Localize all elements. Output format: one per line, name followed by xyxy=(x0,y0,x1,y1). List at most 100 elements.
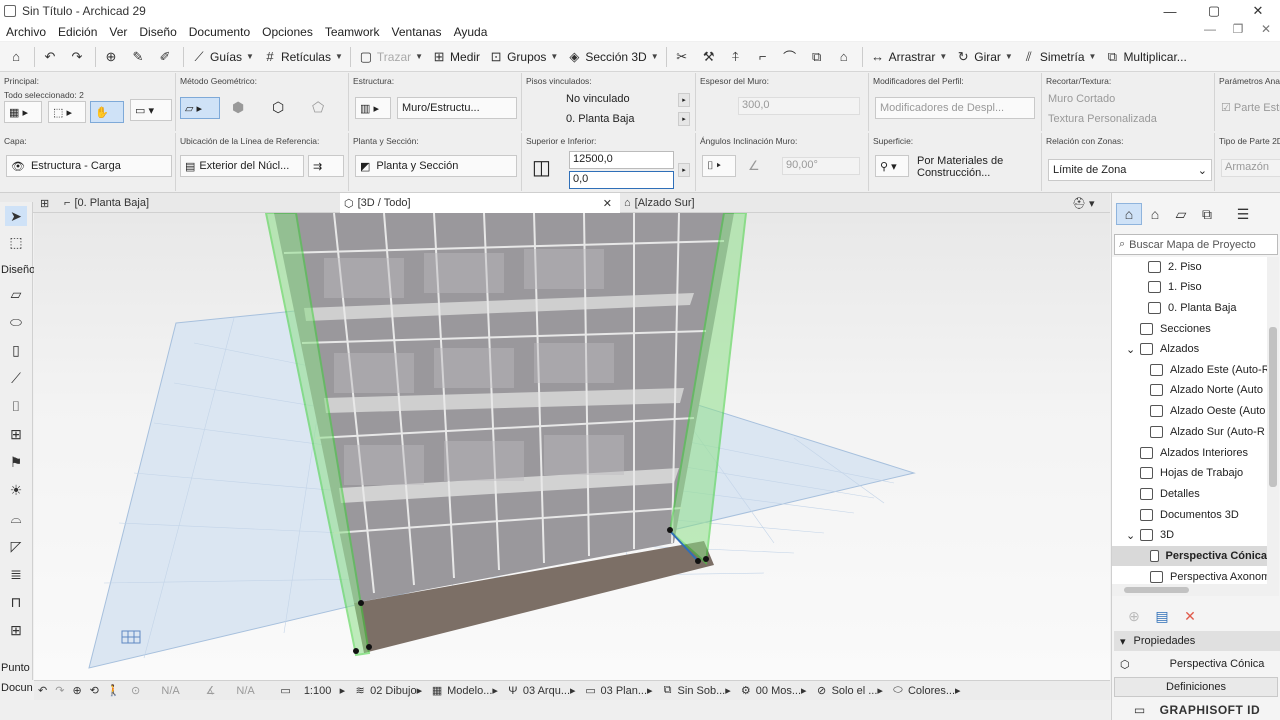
orbit-icon[interactable]: ⟲ xyxy=(86,684,103,697)
geometry-straight-button[interactable]: ▱ ▸ xyxy=(180,97,220,119)
partial-structure-select[interactable]: ⊘ Solo el ... ▸ xyxy=(811,684,887,698)
graphisoft-id-button[interactable]: ▭ GRAPHISOFT ID xyxy=(1114,701,1280,719)
renovation-select[interactable]: ⧉ Sin Sob... ▸ xyxy=(657,684,735,697)
redo-button[interactable]: ↷ xyxy=(65,45,92,69)
wall-type-button[interactable]: ▭ ▾ xyxy=(130,99,172,121)
reference-line-select[interactable]: ▤ Exterior del Núcl... xyxy=(180,155,304,177)
tree-item-alzados[interactable]: ⌄ Alzados xyxy=(1126,339,1199,359)
surface-button[interactable]: ⚲ ▾ xyxy=(875,155,909,177)
menu-ventanas[interactable]: Ventanas xyxy=(386,25,448,39)
tree-horizontal-scrollbar[interactable] xyxy=(1112,584,1279,596)
flip-ref-button[interactable]: ⇉ xyxy=(308,155,344,177)
syringe-button[interactable]: ✐ xyxy=(153,45,180,69)
multiplicar-button[interactable]: ⧉ Multiplicar... xyxy=(1100,45,1190,69)
tree-item-alzado-este[interactable]: Alzado Este (Auto-R xyxy=(1150,360,1267,380)
simetria-button[interactable]: ⫽ Simetría ▼ xyxy=(1017,45,1101,69)
arrastrar-button[interactable]: ↔ Arrastrar ▼ xyxy=(866,45,952,69)
elevate-button[interactable]: ⍏ xyxy=(724,45,751,69)
maximize-button[interactable]: ▢ xyxy=(1192,0,1236,22)
marquee-tool-icon[interactable]: ⬚ xyxy=(5,232,27,252)
walk-icon[interactable]: 🚶 xyxy=(103,684,125,697)
menu-teamwork[interactable]: Teamwork xyxy=(319,25,386,39)
selection-marquee-button[interactable]: ⬚ ▸ xyxy=(48,101,86,123)
tree-item-alzado-oeste[interactable]: Alzado Oeste (Auto xyxy=(1150,401,1265,421)
medir-button[interactable]: ⊞ Medir xyxy=(427,45,484,69)
explode-button[interactable]: ⌂ xyxy=(832,45,859,69)
structure-select[interactable]: Muro/Estructu... xyxy=(397,97,517,119)
menu-opciones[interactable]: Opciones xyxy=(256,25,319,39)
3d-model-canvas[interactable] xyxy=(34,212,1110,680)
textura-value[interactable]: Textura Personalizada xyxy=(1048,113,1157,125)
thickness-field[interactable]: 300,0 xyxy=(738,97,860,115)
home-story-arrow[interactable]: ▸ xyxy=(678,112,690,126)
home-button[interactable]: ⌂ xyxy=(4,45,31,69)
menu-edicion[interactable]: Edición xyxy=(52,25,103,39)
door-tool-icon[interactable]: ⌷ xyxy=(5,396,27,416)
3d-viewport[interactable] xyxy=(34,212,1110,680)
menu-diseno[interactable]: Diseño xyxy=(133,25,182,39)
tipo-field[interactable]: Armazón xyxy=(1221,159,1280,177)
parte-estr-checkbox[interactable]: ☑ Parte Estr xyxy=(1221,101,1280,114)
object-tool-icon[interactable]: ⚑ xyxy=(5,452,27,472)
tree-item-secciones[interactable]: Secciones xyxy=(1140,319,1211,339)
shell-tool-icon[interactable]: ◸ xyxy=(5,536,27,556)
tree-item-0-planta-baja[interactable]: 0. Planta Baja xyxy=(1148,298,1237,318)
surface-value[interactable]: Por Materiales de Construcción... xyxy=(917,155,1035,179)
navigator-search[interactable]: ⌕ Buscar Mapa de Proyecto xyxy=(1114,234,1278,255)
grupos-button[interactable]: ⊡ Grupos ▼ xyxy=(484,45,562,69)
close-tab-icon[interactable]: ✕ xyxy=(603,197,612,210)
tab-grid-icon[interactable]: ⊞ xyxy=(36,193,58,213)
window-tool-icon[interactable]: ⊞ xyxy=(5,424,27,444)
tree-item-1-piso[interactable]: 1. Piso xyxy=(1148,277,1202,297)
settings-view-icon[interactable]: ▤ xyxy=(1148,608,1176,625)
guias-button[interactable]: ⟋ Guías ▼ xyxy=(187,45,258,69)
geometry-trapezoid-icon[interactable]: ⬡ xyxy=(272,99,284,116)
stair-tool-icon[interactable]: ≣ xyxy=(5,564,27,584)
tab-planta-baja[interactable]: ⌐ [0. Planta Baja] xyxy=(60,193,340,213)
bottom-height-field[interactable]: 0,0 xyxy=(569,171,674,189)
graphic-override-select[interactable]: ▭ 03 Plan... ▸ xyxy=(580,684,657,698)
top-height-field[interactable]: 12500,0 xyxy=(569,151,674,169)
structure-type-button[interactable]: ▥ ▸ xyxy=(355,97,391,119)
undo-button[interactable]: ↶ xyxy=(38,45,65,69)
geometry-polygon-icon[interactable]: ⬠ xyxy=(312,99,324,116)
arrow-tool-icon[interactable]: ➤ xyxy=(5,206,27,226)
layer-combo-select[interactable]: ≋ 02 Dibujo ▸ xyxy=(349,684,426,698)
tab-3d[interactable]: ⬡ [3D / Todo] ✕ xyxy=(340,193,620,213)
offset-button[interactable]: ⧉ xyxy=(805,45,832,69)
trazar-button[interactable]: ▢ Trazar ▼ xyxy=(354,45,427,69)
menu-ver[interactable]: Ver xyxy=(103,25,133,39)
publisher-icon[interactable]: ⧉ xyxy=(1194,203,1220,225)
seccion3d-button[interactable]: ◈ Sección 3D ▼ xyxy=(562,45,662,69)
intersect-button[interactable]: ⌐ xyxy=(751,45,778,69)
tab-alzado-sur[interactable]: ⌂ [Alzado Sur] xyxy=(620,193,900,213)
favorites-button[interactable]: ✋ xyxy=(90,101,124,123)
split-button[interactable]: ✂ xyxy=(670,45,697,69)
tree-item-3d[interactable]: ⌄ 3D xyxy=(1126,525,1174,545)
tree-item-2-piso[interactable]: 2. Piso xyxy=(1148,257,1202,277)
project-map-icon[interactable]: ⌂ xyxy=(1116,203,1142,225)
structure-display-select[interactable]: ⚙ 00 Mos... ▸ xyxy=(735,684,811,698)
tree-item-alzados-interiores[interactable]: Alzados Interiores xyxy=(1140,443,1248,463)
tree-item-hojas-trabajo[interactable]: Hojas de Trabajo xyxy=(1140,463,1243,483)
pen-set-select[interactable]: Ψ 03 Arqu... ▸ xyxy=(502,684,580,698)
lamp-tool-icon[interactable]: ☀ xyxy=(5,480,27,500)
menu-archivo[interactable]: Archivo xyxy=(0,25,52,39)
reticulas-button[interactable]: # Retículas ▼ xyxy=(258,45,347,69)
view-options-icon[interactable]: ⛑ ▾ xyxy=(1068,193,1108,213)
tree-item-detalles[interactable]: Detalles xyxy=(1140,484,1200,504)
top-link-value[interactable]: No vinculado xyxy=(566,93,630,105)
zoom-icon[interactable]: ⊕ xyxy=(68,684,85,697)
railing-tool-icon[interactable]: ⊓ xyxy=(5,592,27,612)
home-story-value[interactable]: 0. Planta Baja xyxy=(566,113,635,125)
organizer-icon[interactable]: ☰ xyxy=(1230,203,1256,225)
height-arrow[interactable]: ▸ xyxy=(678,163,690,177)
tree-item-perspectiva-axonom[interactable]: Perspectiva Axonom xyxy=(1150,567,1267,584)
menu-documento[interactable]: Documento xyxy=(183,25,256,39)
angle-field[interactable]: 90,00° xyxy=(782,157,860,175)
angle-level[interactable]: ∡ N/A xyxy=(200,684,275,698)
geometry-curved-icon[interactable]: ⬢ xyxy=(232,99,244,116)
add-view-icon[interactable]: ⊕ xyxy=(1120,608,1148,625)
tree-vertical-scrollbar[interactable] xyxy=(1267,257,1279,584)
tree-item-documentos-3d[interactable]: Documentos 3D xyxy=(1140,505,1239,525)
